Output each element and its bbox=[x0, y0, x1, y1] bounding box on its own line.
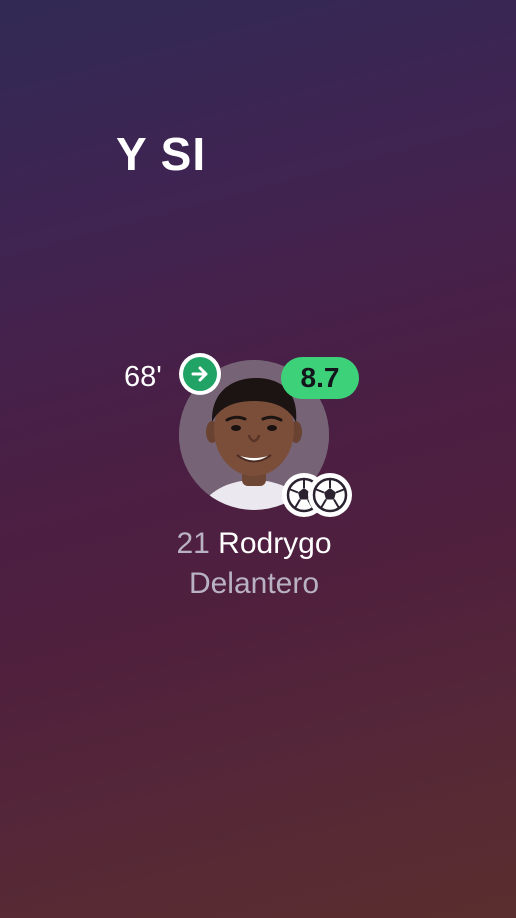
arrow-right-icon bbox=[191, 366, 208, 382]
player-card[interactable]: 68' 8.7 21 Rodrygo Delantero bbox=[116, 340, 392, 610]
player-name-line: 21 Rodrygo bbox=[116, 526, 392, 562]
player-rating-badge: 8.7 bbox=[281, 357, 359, 399]
substitution-arrow-icon bbox=[179, 353, 221, 395]
soccer-ball-icon bbox=[312, 477, 348, 513]
substitution-minute: 68' bbox=[124, 361, 162, 393]
page-headline: Y SI bbox=[116, 128, 207, 180]
player-name: Rodrygo bbox=[218, 527, 332, 560]
player-number: 21 bbox=[176, 527, 210, 560]
goal-icon bbox=[308, 473, 352, 517]
player-position: Delantero bbox=[188, 567, 320, 600]
